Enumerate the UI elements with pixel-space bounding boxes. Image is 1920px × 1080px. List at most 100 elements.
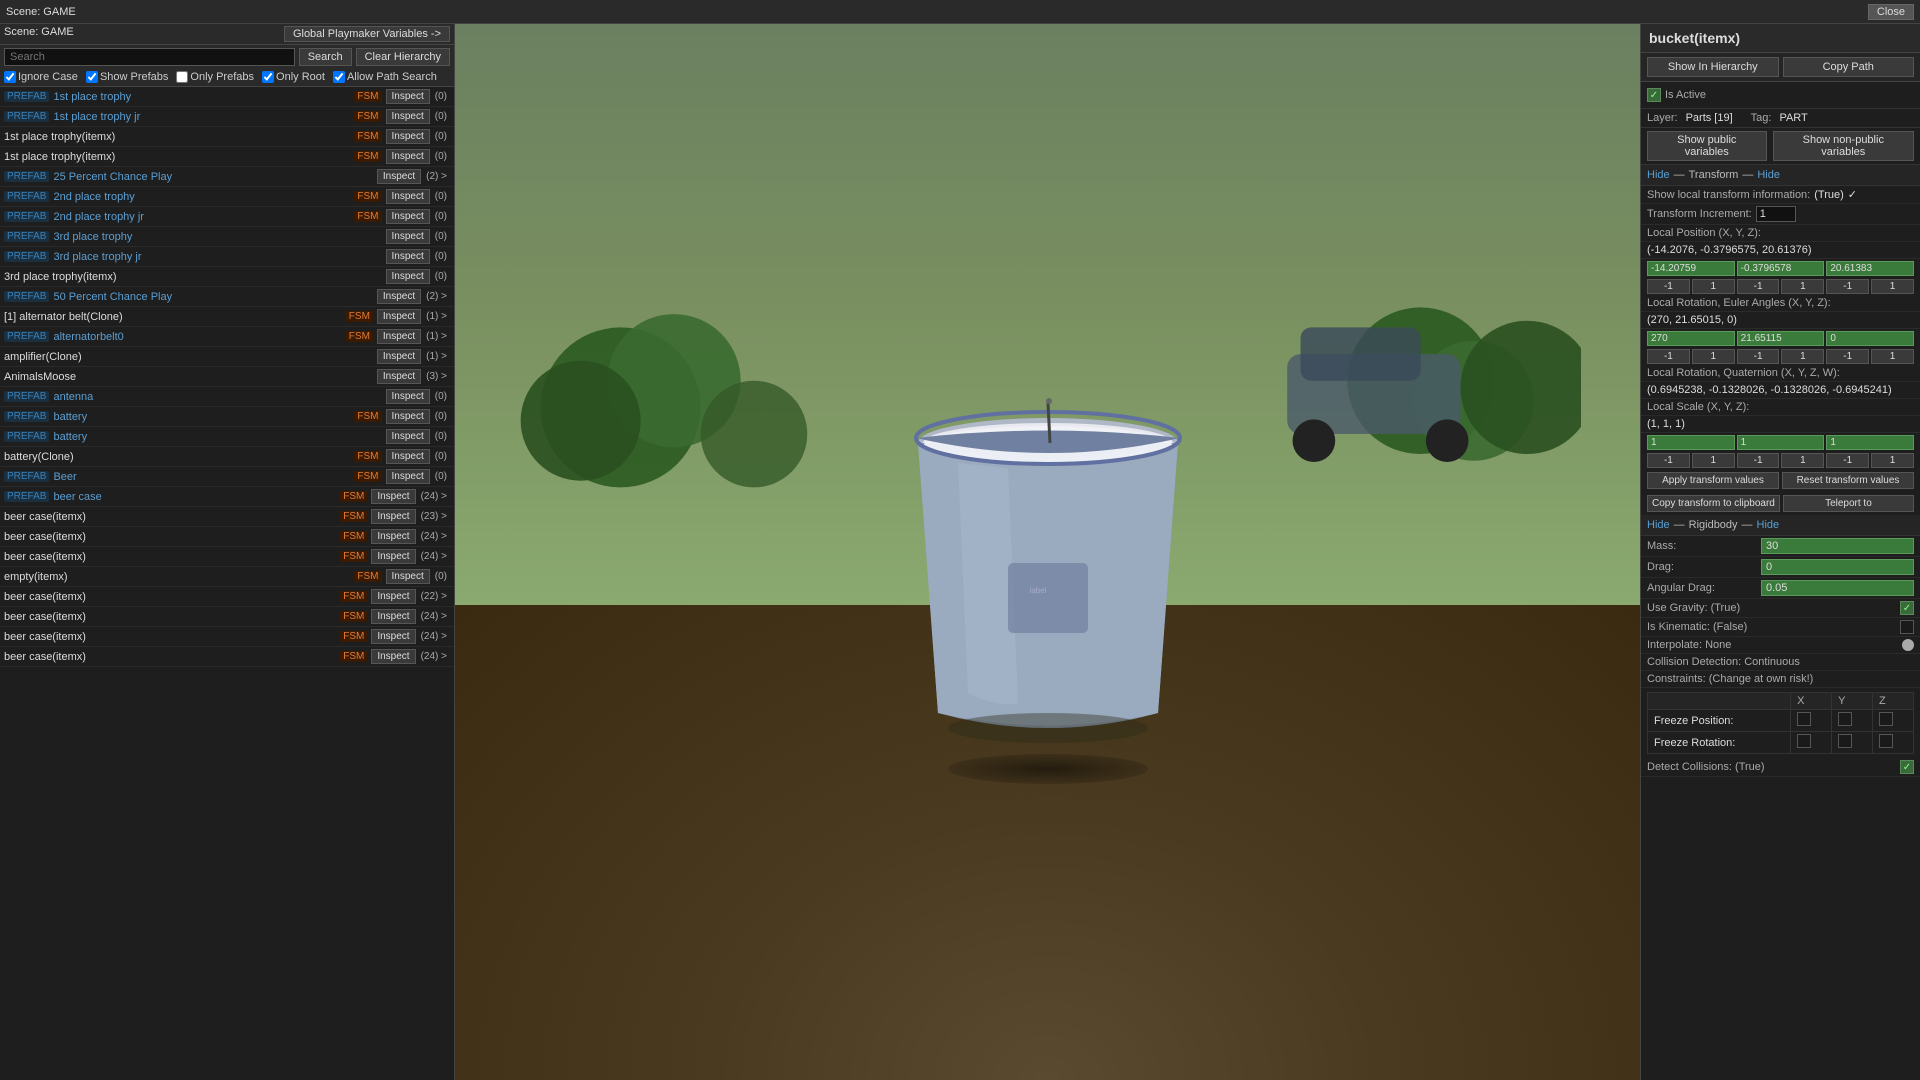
search-input[interactable] (4, 48, 295, 66)
hierarchy-item-26[interactable]: beer case(itemx)FSMInspect(24) > (0, 607, 454, 627)
close-button[interactable]: Close (1868, 4, 1914, 20)
inspect-button-12[interactable]: Inspect (377, 329, 421, 344)
freeze-rot-y-check[interactable] (1838, 734, 1852, 748)
inspect-button-1[interactable]: Inspect (386, 109, 430, 124)
rigidbody-hide1-link[interactable]: Hide (1647, 519, 1670, 531)
drag-input[interactable] (1761, 559, 1914, 575)
clear-hierarchy-button[interactable]: Clear Hierarchy (356, 48, 450, 66)
hierarchy-item-24[interactable]: empty(itemx)FSMInspect(0) (0, 567, 454, 587)
freeze-rot-x-check[interactable] (1797, 734, 1811, 748)
inspect-button-24[interactable]: Inspect (386, 569, 430, 584)
show-nonpublic-vars-button[interactable]: Show non-public variables (1773, 131, 1914, 161)
show-public-vars-button[interactable]: Show public variables (1647, 131, 1767, 161)
hierarchy-item-2[interactable]: 1st place trophy(itemx)FSMInspect(0) (0, 127, 454, 147)
inspect-button-15[interactable]: Inspect (386, 389, 430, 404)
hierarchy-item-12[interactable]: PREFABalternatorbelt0FSMInspect(1) > (0, 327, 454, 347)
hierarchy-list[interactable]: PREFAB1st place trophyFSMInspect(0) PREFA… (0, 87, 454, 1080)
inspect-button-21[interactable]: Inspect (371, 509, 415, 524)
show-prefabs-option[interactable]: Show Prefabs (86, 71, 168, 83)
inspect-button-11[interactable]: Inspect (377, 309, 421, 324)
reset-transform-button[interactable]: Reset transform values (1782, 472, 1914, 489)
scale-z-pos-btn[interactable]: 1 (1871, 453, 1914, 468)
inspect-button-13[interactable]: Inspect (377, 349, 421, 364)
hierarchy-item-21[interactable]: beer case(itemx)FSMInspect(23) > (0, 507, 454, 527)
inspect-button-9[interactable]: Inspect (386, 269, 430, 284)
pos-z-neg-btn[interactable]: -1 (1826, 279, 1869, 294)
pos-z-pos-btn[interactable]: 1 (1871, 279, 1914, 294)
hierarchy-item-15[interactable]: PREFABantennaInspect(0) (0, 387, 454, 407)
transform-hide2-link[interactable]: Hide (1757, 169, 1780, 181)
freeze-rot-z-check[interactable] (1879, 734, 1893, 748)
hierarchy-item-5[interactable]: PREFAB2nd place trophyFSMInspect(0) (0, 187, 454, 207)
hierarchy-item-16[interactable]: PREFABbatteryFSMInspect(0) (0, 407, 454, 427)
hierarchy-item-8[interactable]: PREFAB3rd place trophy jrInspect(0) (0, 247, 454, 267)
allow-path-search-option[interactable]: Allow Path Search (333, 71, 437, 83)
local-pos-x-input[interactable] (1647, 261, 1735, 276)
hierarchy-item-14[interactable]: AnimalsMooseInspect(3) > (0, 367, 454, 387)
inspect-button-2[interactable]: Inspect (386, 129, 430, 144)
local-scale-z-input[interactable] (1826, 435, 1914, 450)
hierarchy-item-11[interactable]: [1] alternator belt(Clone)FSMInspect(1) … (0, 307, 454, 327)
inspect-button-4[interactable]: Inspect (377, 169, 421, 184)
angular-drag-input[interactable] (1761, 580, 1914, 596)
rot-y-neg-btn[interactable]: -1 (1737, 349, 1780, 364)
local-rot-y-input[interactable] (1737, 331, 1825, 346)
local-rot-z-input[interactable] (1826, 331, 1914, 346)
hierarchy-item-18[interactable]: battery(Clone)FSMInspect(0) (0, 447, 454, 467)
inspect-button-8[interactable]: Inspect (386, 249, 430, 264)
inspect-button-7[interactable]: Inspect (386, 229, 430, 244)
show-in-hierarchy-button[interactable]: Show In Hierarchy (1647, 57, 1779, 77)
inspect-button-26[interactable]: Inspect (371, 609, 415, 624)
hierarchy-item-19[interactable]: PREFABBeerFSMInspect(0) (0, 467, 454, 487)
freeze-pos-y-check[interactable] (1838, 712, 1852, 726)
hierarchy-item-3[interactable]: 1st place trophy(itemx)FSMInspect(0) (0, 147, 454, 167)
rot-z-pos-btn[interactable]: 1 (1871, 349, 1914, 364)
playmaker-button[interactable]: Global Playmaker Variables -> (284, 26, 450, 42)
inspect-button-5[interactable]: Inspect (386, 189, 430, 204)
inspect-button-17[interactable]: Inspect (386, 429, 430, 444)
local-scale-x-input[interactable] (1647, 435, 1735, 450)
only-prefabs-option[interactable]: Only Prefabs (176, 71, 254, 83)
freeze-pos-x-check[interactable] (1797, 712, 1811, 726)
copy-path-button[interactable]: Copy Path (1783, 57, 1915, 77)
inspect-button-20[interactable]: Inspect (371, 489, 415, 504)
local-pos-z-input[interactable] (1826, 261, 1914, 276)
local-pos-y-input[interactable] (1737, 261, 1825, 276)
rigidbody-hide2-link[interactable]: Hide (1757, 519, 1780, 531)
scale-z-neg-btn[interactable]: -1 (1826, 453, 1869, 468)
inspect-button-16[interactable]: Inspect (386, 409, 430, 424)
local-scale-y-input[interactable] (1737, 435, 1825, 450)
hierarchy-item-23[interactable]: beer case(itemx)FSMInspect(24) > (0, 547, 454, 567)
hierarchy-item-28[interactable]: beer case(itemx)FSMInspect(24) > (0, 647, 454, 667)
hierarchy-item-27[interactable]: beer case(itemx)FSMInspect(24) > (0, 627, 454, 647)
search-button[interactable]: Search (299, 48, 352, 66)
transform-hide1-link[interactable]: Hide (1647, 169, 1670, 181)
freeze-pos-z-check[interactable] (1879, 712, 1893, 726)
scale-x-neg-btn[interactable]: -1 (1647, 453, 1690, 468)
pos-x-neg-btn[interactable]: -1 (1647, 279, 1690, 294)
scale-y-pos-btn[interactable]: 1 (1781, 453, 1824, 468)
hierarchy-item-7[interactable]: PREFAB3rd place trophyInspect(0) (0, 227, 454, 247)
inspect-button-27[interactable]: Inspect (371, 629, 415, 644)
scale-x-pos-btn[interactable]: 1 (1692, 453, 1735, 468)
mass-input[interactable] (1761, 538, 1914, 554)
hierarchy-item-13[interactable]: amplifier(Clone)Inspect(1) > (0, 347, 454, 367)
inspect-button-6[interactable]: Inspect (386, 209, 430, 224)
inspect-button-3[interactable]: Inspect (386, 149, 430, 164)
pos-x-pos-btn[interactable]: 1 (1692, 279, 1735, 294)
hierarchy-item-6[interactable]: PREFAB2nd place trophy jrFSMInspect(0) (0, 207, 454, 227)
hierarchy-item-9[interactable]: 3rd place trophy(itemx)Inspect(0) (0, 267, 454, 287)
hierarchy-item-10[interactable]: PREFAB50 Percent Chance PlayInspect(2) > (0, 287, 454, 307)
inspect-button-0[interactable]: Inspect (386, 89, 430, 104)
ignore-case-option[interactable]: Ignore Case (4, 71, 78, 83)
inspect-button-10[interactable]: Inspect (377, 289, 421, 304)
local-rot-x-input[interactable] (1647, 331, 1735, 346)
hierarchy-item-20[interactable]: PREFABbeer caseFSMInspect(24) > (0, 487, 454, 507)
transform-increment-input[interactable] (1756, 206, 1796, 222)
rot-x-pos-btn[interactable]: 1 (1692, 349, 1735, 364)
inspect-button-23[interactable]: Inspect (371, 549, 415, 564)
inspect-button-25[interactable]: Inspect (371, 589, 415, 604)
pos-y-pos-btn[interactable]: 1 (1781, 279, 1824, 294)
hierarchy-item-0[interactable]: PREFAB1st place trophyFSMInspect(0) (0, 87, 454, 107)
pos-y-neg-btn[interactable]: -1 (1737, 279, 1780, 294)
